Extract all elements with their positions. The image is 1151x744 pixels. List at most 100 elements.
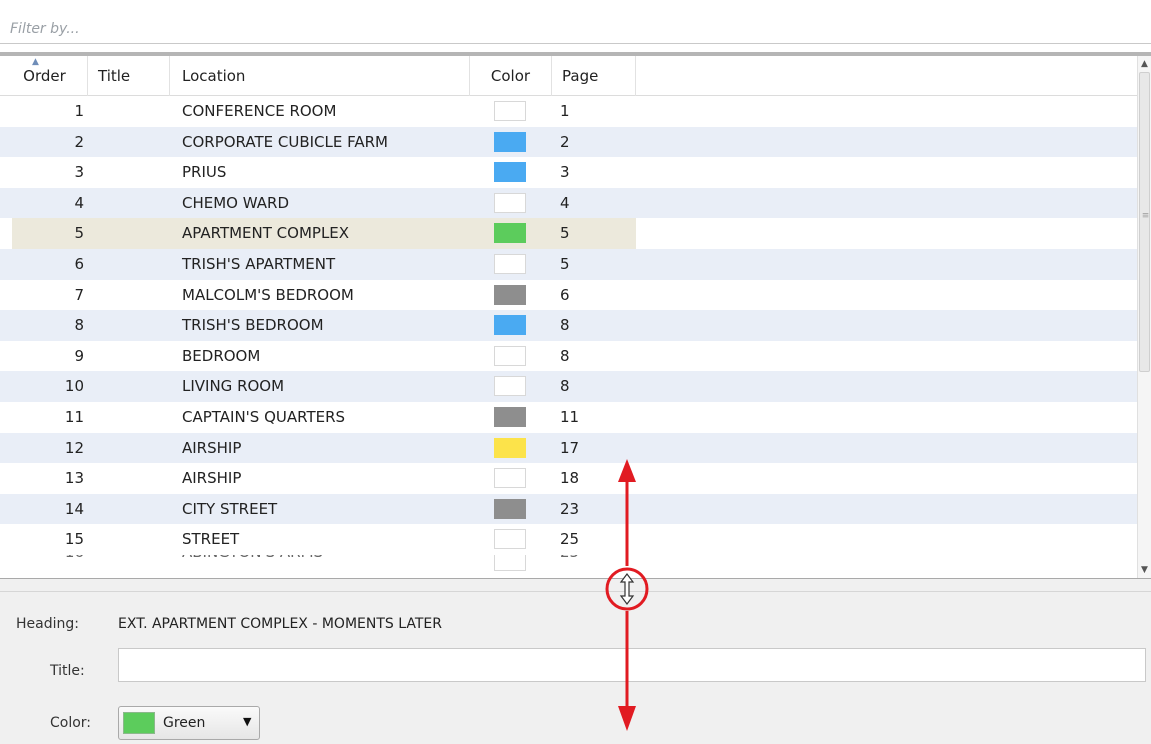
heading-label: Heading: xyxy=(16,616,79,632)
color-swatch xyxy=(494,101,526,121)
cell-page: 17 xyxy=(560,438,580,457)
cell-title xyxy=(94,280,170,311)
cell-location: CHEMO WARD xyxy=(182,193,289,212)
color-swatch xyxy=(494,498,526,519)
cell-title xyxy=(94,96,170,127)
cell-title xyxy=(94,371,170,402)
cell-location: CONFERENCE ROOM xyxy=(182,102,337,120)
cell-order: 13 xyxy=(64,469,84,488)
column-header-location[interactable]: Location xyxy=(170,56,470,96)
cell-title xyxy=(94,249,170,280)
cell-location: ABINGTON'S ARMS xyxy=(182,555,466,568)
table-body: 1 CONFERENCE ROOM 1 2 CORPORATE CUBICLE FARM… xyxy=(0,96,1137,575)
table-row-partial[interactable]: 16 ABINGTON'S ARMS 25 xyxy=(0,554,1137,575)
cell-color xyxy=(470,554,550,571)
cell-order: 9 xyxy=(74,346,84,365)
color-swatch xyxy=(494,162,526,183)
cell-color xyxy=(470,524,550,555)
table-row[interactable]: 10 LIVING ROOM 8 xyxy=(0,371,1137,402)
column-header-page[interactable]: Page xyxy=(552,56,636,96)
cell-color xyxy=(470,157,550,188)
table-row[interactable]: 8 TRISH'S BEDROOM 8 xyxy=(0,310,1137,341)
filter-bar xyxy=(0,0,1151,44)
cell-location: TRISH'S APARTMENT xyxy=(182,254,336,273)
table-row-selected[interactable]: 5 APARTMENT COMPLEX 5 xyxy=(0,218,1137,249)
table-row[interactable]: 12 AIRSHIP 17 xyxy=(0,432,1137,464)
cell-order: 5 xyxy=(74,224,84,243)
cell-page: 23 xyxy=(560,499,580,518)
cell-order: 15 xyxy=(64,530,84,549)
vertical-scrollbar[interactable]: ▲ ≡ ▼ xyxy=(1137,56,1151,578)
cell-location: CAPTAIN'S QUARTERS xyxy=(182,407,346,426)
cell-order: 4 xyxy=(74,193,84,212)
cell-location: TRISH'S BEDROOM xyxy=(182,316,324,335)
cell-title xyxy=(94,188,170,219)
color-swatch xyxy=(494,406,526,427)
table-row[interactable]: 15 STREET 25 xyxy=(0,524,1137,555)
color-swatch xyxy=(494,315,526,336)
table-row[interactable]: 11 CAPTAIN'S QUARTERS 11 xyxy=(0,402,1137,433)
color-swatch xyxy=(494,345,526,366)
scene-details-panel: Heading: EXT. APARTMENT COMPLEX - MOMENT… xyxy=(0,592,1151,744)
color-swatch xyxy=(494,284,526,305)
title-field[interactable] xyxy=(118,648,1146,682)
cell-color xyxy=(470,310,550,341)
cell-title xyxy=(94,463,170,494)
column-header-title-label: Title xyxy=(98,67,131,85)
column-header-title[interactable]: Title xyxy=(88,56,170,96)
column-header-color[interactable]: Color xyxy=(470,56,552,96)
panel-splitter[interactable] xyxy=(0,578,1151,592)
cell-page: 18 xyxy=(560,469,580,488)
table-row[interactable]: 1 CONFERENCE ROOM 1 xyxy=(0,96,1137,127)
cell-color xyxy=(470,96,550,127)
cell-title xyxy=(94,524,170,555)
cell-location: AIRSHIP xyxy=(182,438,242,457)
color-swatch xyxy=(494,192,526,213)
color-swatch xyxy=(494,376,526,397)
cell-page: 4 xyxy=(560,193,570,212)
cell-location: PRIUS xyxy=(182,163,227,182)
table-row[interactable]: 13 AIRSHIP 18 xyxy=(0,463,1137,494)
column-header-order[interactable]: ▲ Order xyxy=(0,56,88,96)
cell-color xyxy=(470,280,550,311)
cell-page: 5 xyxy=(560,254,570,273)
cell-title xyxy=(94,494,170,525)
cell-page: 6 xyxy=(560,285,570,304)
cell-title xyxy=(94,157,170,188)
scenes-table: ▲ Order Title Location Color Page 1 CONFE… xyxy=(0,52,1151,578)
title-label: Title: xyxy=(50,663,85,679)
grip-icon: ≡ xyxy=(1141,211,1150,221)
cell-title xyxy=(94,402,170,433)
color-swatch xyxy=(494,131,526,152)
filter-input[interactable] xyxy=(6,18,1151,40)
table-header: ▲ Order Title Location Color Page xyxy=(0,56,1137,96)
cell-order: 14 xyxy=(64,499,84,518)
table-row[interactable]: 4 CHEMO WARD 4 xyxy=(0,187,1137,219)
color-swatch xyxy=(494,554,526,571)
cell-page: 3 xyxy=(560,163,570,182)
chevron-down-icon: ▼ xyxy=(243,715,252,728)
table-row[interactable]: 6 TRISH'S APARTMENT 5 xyxy=(0,248,1137,280)
cell-page: 5 xyxy=(560,224,570,243)
cell-title xyxy=(94,433,170,464)
table-row[interactable]: 14 CITY STREET 23 xyxy=(0,493,1137,525)
cell-order: 7 xyxy=(74,285,84,304)
sort-ascending-icon: ▲ xyxy=(32,57,39,67)
table-row[interactable]: 2 CORPORATE CUBICLE FARM 2 xyxy=(0,126,1137,158)
table-row[interactable]: 7 MALCOLM'S BEDROOM 6 xyxy=(0,280,1137,311)
scroll-down-arrow-icon[interactable]: ▼ xyxy=(1138,562,1151,578)
cell-order: 11 xyxy=(64,407,84,426)
table-row[interactable]: 9 BEDROOM 8 xyxy=(0,341,1137,372)
color-swatch xyxy=(494,529,526,550)
scrollbar-thumb[interactable]: ≡ xyxy=(1139,72,1150,372)
column-header-order-label: Order xyxy=(23,67,66,85)
cell-page: 1 xyxy=(560,102,570,120)
cell-location: LIVING ROOM xyxy=(182,377,285,396)
cell-order: 10 xyxy=(64,377,84,396)
cell-page: 25 xyxy=(560,530,580,549)
scroll-up-arrow-icon[interactable]: ▲ xyxy=(1138,56,1151,72)
table-row[interactable]: 3 PRIUS 3 xyxy=(0,157,1137,188)
color-dropdown[interactable]: Green ▼ xyxy=(118,706,260,740)
cell-order: 1 xyxy=(74,102,84,120)
cell-color xyxy=(470,188,550,219)
